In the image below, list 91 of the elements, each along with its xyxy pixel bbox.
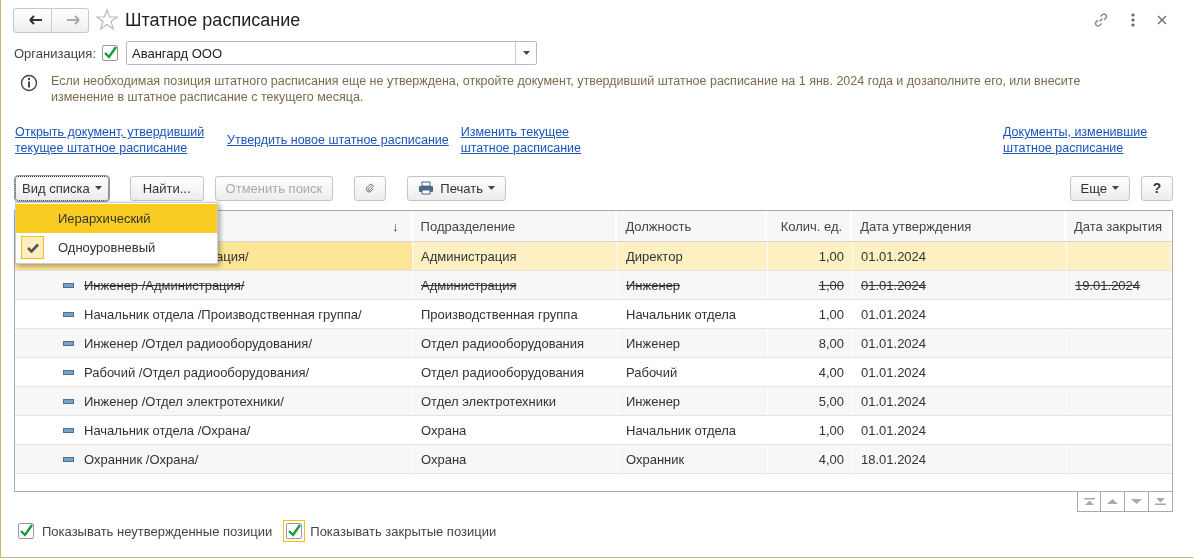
table-cell: Охрана [413,416,618,444]
last-row-button[interactable] [1149,491,1173,512]
checkbox[interactable] [283,520,306,542]
organization-label: Организация: [14,45,97,61]
list-view-button[interactable]: Вид списка [15,175,109,201]
print-button[interactable]: Печать [407,175,506,201]
sort-arrow: ↓ [392,218,399,234]
down-button[interactable] [1125,491,1149,512]
table-cell: Начальник отдела /Охрана/ [15,416,413,444]
to-top-icon [1083,498,1095,505]
table-cell: 1,00 [768,416,853,444]
table-cell: Инженер /Отдел радиооборудования/ [15,329,413,357]
table-cell: 01.01.2024 [853,416,1067,444]
printer-icon [418,181,435,195]
first-row-button[interactable] [1077,491,1101,512]
table-cell: Начальник отдела /Производственная группа/ [15,300,413,328]
more-button[interactable]: Еще [1069,175,1130,201]
table-cell: Инженер [618,329,768,357]
table-cell: Рабочий /Отдел радиооборудования/ [15,358,413,386]
table-cell: Директор [618,242,768,270]
table-cell: 19.01.2024 [1067,271,1172,299]
table-cell: Охрана [413,445,618,473]
caret-icon [94,186,102,190]
caret-icon [1112,186,1119,190]
checkbox[interactable] [15,520,37,542]
caret-icon [487,186,495,190]
info-message: Если необходимая позиция штатного расписания еще не утверждена, откройте документ, утвердивший штатное расписание на 1 янв. 2024 года и дозаполните его, или внесите изменение в штатное расписание с текущего месяца. [51,73,1082,105]
table-cell: 5,00 [768,387,853,415]
attach-button[interactable] [354,175,387,201]
table-cell: Рабочий [618,358,768,386]
help-button[interactable]: ? [1141,175,1173,201]
action-link[interactable]: Документы, изменившие штатное расписание [1003,124,1155,156]
table-cell: Отдел электротехники [413,387,618,415]
table-cell: Администрация [413,271,618,299]
item-icon [63,340,74,346]
item-icon [63,427,74,433]
table-cell: 01.01.2024 [853,329,1067,357]
back-arrow-icon [28,15,43,25]
table-cell: Инженер /Администрация/ [15,271,413,299]
find-button[interactable]: Найти... [129,175,204,201]
item-icon [63,456,74,462]
table-cell: 01.01.2024 [853,242,1067,270]
table-cell: 01.01.2024 [853,300,1067,328]
organization-checkbox[interactable] [102,45,119,61]
table-cell: 1,00 [768,300,853,328]
checkbox-label[interactable]: Показывать неутвержденные позиции [42,523,273,539]
item-icon [63,311,74,317]
info-icon [20,74,38,92]
menu-item[interactable]: Иерархический [16,204,217,233]
tick-icon [287,524,302,538]
table-cell: Инженер [618,271,768,299]
table-cell: Инженер [618,387,768,415]
action-link[interactable]: Утвердить новое штатное расписание [227,132,449,148]
checkbox-label[interactable]: Показывать закрытые позиции [310,523,497,539]
up-button[interactable] [1101,491,1125,512]
table-cell: Администрация [413,242,618,270]
more-options-icon[interactable] [1130,12,1136,28]
item-icon [63,369,74,375]
table-cell: 1,00 [768,271,853,299]
close-icon[interactable] [1156,14,1168,26]
forward-arrow-icon [66,15,80,25]
organization-field[interactable]: Авангард ООО [126,41,538,65]
table-cell: 01.01.2024 [853,271,1067,299]
table-cell: Начальник отдела [618,300,768,328]
tick-icon [19,524,33,538]
up-triangle-icon [1107,499,1118,504]
table-cell: 1,00 [768,242,853,270]
item-icon [63,398,74,404]
table-cell: 8,00 [768,329,853,357]
paperclip-icon [365,181,376,195]
table-cell: Инженер /Отдел электротехники/ [15,387,413,415]
link-icon[interactable] [1092,11,1110,29]
to-bottom-icon [1155,498,1166,505]
table-cell: Отдел радиооборудования [413,358,618,386]
window-title: Штатное расписание [125,9,301,31]
table-cell: Начальник отдела [618,416,768,444]
table-cell: 4,00 [768,358,853,386]
table-cell: Производственная группа [413,300,618,328]
down-triangle-icon [1131,499,1142,504]
table-cell: Охранник [618,445,768,473]
table-cell: Отдел радиооборудования [413,329,618,357]
item-icon [63,282,74,288]
action-link[interactable]: Открыть документ, утвердивший текущее штатное расписание [15,124,215,156]
table-cell: 18.01.2024 [853,445,1067,473]
table-cell: 4,00 [768,445,853,473]
action-link[interactable]: Изменить текущее штатное расписание [460,124,589,156]
table-cell: 01.01.2024 [853,387,1067,415]
table-cell: 01.01.2024 [853,358,1067,386]
star-icon[interactable] [95,8,119,32]
table-cell: Охранник /Охрана/ [15,445,413,473]
caret-icon [522,51,530,55]
